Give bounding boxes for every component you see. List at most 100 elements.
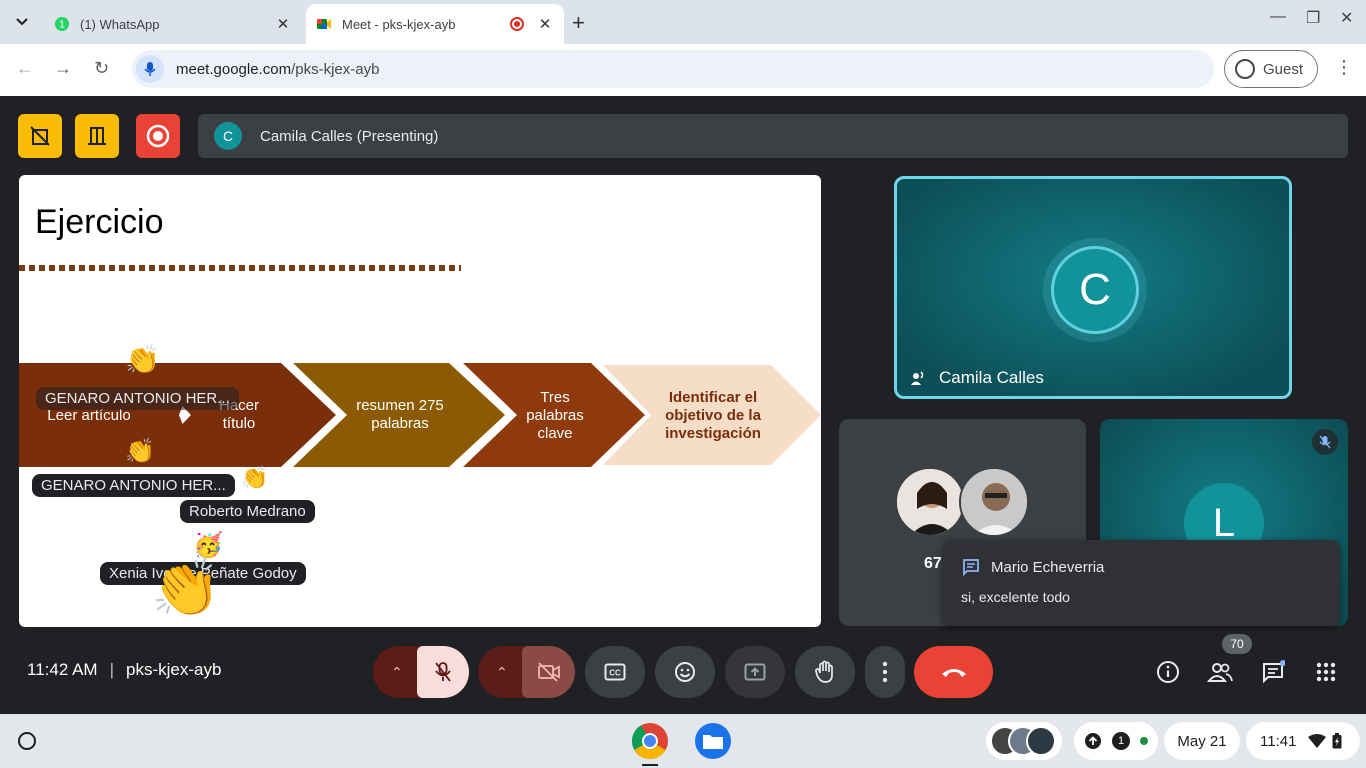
browser-toolbar: ← → ↻ meet.google.com/pks-kjex-ayb Guest… [0,44,1366,96]
profile-label: Guest [1263,60,1304,78]
camera-off-icon [537,662,560,682]
end-call-icon [941,669,966,677]
chat-notification[interactable]: Mario Echeverria si, excelente todo [943,540,1340,626]
mic-permission-icon[interactable] [136,55,164,83]
account-icon [1235,59,1255,79]
address-bar[interactable]: meet.google.com/pks-kjex-ayb [132,50,1214,88]
battery-icon [1332,733,1342,749]
presenting-icon [911,371,924,385]
participant-photo [895,467,965,537]
chat-sender-name: Mario Echeverria [991,558,1105,576]
present-button[interactable] [725,646,785,698]
os-shelf: 1 May 21 11:41 [0,714,1366,768]
notification-tray[interactable]: 1 [1074,722,1158,760]
chat-sender: Mario Echeverria [961,557,1104,577]
status-tray[interactable]: 11:41 [1246,722,1360,760]
meeting-time: 11:42 AM [27,660,98,679]
launcher-icon[interactable] [18,732,36,750]
slide-divider [19,265,461,271]
chrome-icon[interactable] [631,722,669,760]
close-tab-icon[interactable]: ✕ [536,15,554,33]
notification-count: 1 [1112,732,1130,750]
raise-hand-button[interactable] [795,646,855,698]
present-screen-icon [744,663,766,681]
apps-grid-icon [1316,662,1336,682]
tab-strip: 1 (1) WhatsApp ✕ Meet - pks-kjex-ayb ✕ +… [0,0,1366,44]
chevron-down-icon [16,18,28,26]
others-count: 67 [924,555,942,572]
forward-button[interactable]: → [54,58,72,79]
presenter-bar[interactable]: C Camila Calles (Presenting) [198,114,1348,158]
video-options-chevron-icon[interactable]: ⌃ [496,664,508,681]
breakout-rooms-button[interactable] [75,114,119,158]
profile-button[interactable]: Guest [1224,50,1318,88]
close-tab-icon[interactable]: ✕ [274,15,292,33]
meeting-code: pks-kjex-ayb [126,660,222,679]
participant-name: Camila Calles [909,368,1044,388]
new-tab-button[interactable]: + [572,10,585,36]
more-options-button[interactable] [865,646,905,698]
clap-reaction-icon: 👏 [125,438,155,465]
presentation-slide: Ejercicio Leer artículo Hacer título res… [19,175,821,627]
emoji-icon [675,662,695,682]
chat-button[interactable] [1257,656,1289,688]
files-icon[interactable] [694,722,732,760]
camera-control-group: ⌃ [478,646,575,698]
participant-count-badge: 70 [1222,634,1252,654]
captions-button[interactable]: CC [585,646,645,698]
host-controls-button[interactable] [18,114,62,158]
date-tray[interactable]: May 21 [1164,722,1240,760]
audio-options-chevron-icon[interactable]: ⌃ [391,664,403,681]
browser-menu-icon[interactable]: ⋮ [1335,57,1353,78]
active-app-indicator [642,764,658,766]
chat-icon [963,559,979,577]
meeting-details-button[interactable] [1152,656,1184,688]
mic-toggle-button[interactable] [417,646,469,698]
separator: | [109,660,114,679]
participant-tile-main[interactable]: C Camila Calles [894,176,1292,399]
meet-icon [317,19,331,29]
back-button[interactable]: ← [16,58,34,79]
chat-message: si, excelente todo [961,589,1070,605]
leave-call-button[interactable] [914,646,993,698]
participant-photo [959,467,1029,537]
camera-toggle-button[interactable] [522,646,575,698]
restore-icon[interactable]: ❐ [1306,8,1320,28]
mic-off-icon [1312,429,1338,455]
reload-button[interactable]: ↻ [94,58,109,79]
slide-title: Ejercicio [35,203,164,241]
clock: 11:41 [1260,732,1297,750]
activities-button[interactable] [1310,656,1342,688]
step-label-5: Identificar el objetivo de la investigac… [665,389,761,442]
tab-whatsapp[interactable]: 1 (1) WhatsApp ✕ [44,4,302,44]
clap-reaction-icon: 👏 [125,344,160,375]
meet-window: C Camila Calles (Presenting) Ejercicio L… [0,96,1366,714]
closed-captions-icon: CC [604,663,626,681]
url-text: meet.google.com/pks-kjex-ayb [176,61,379,78]
thumbnail [1026,726,1056,756]
emoji-reactions-button[interactable] [655,646,715,698]
step-label-4: Tres palabras clave [526,389,584,442]
recording-indicator-icon [510,17,524,31]
record-icon [146,124,170,148]
mic-control-group: ⌃ [373,646,469,698]
tab-search-button[interactable] [8,8,36,36]
mic-off-icon [435,662,451,682]
url-path: /pks-kjex-ayb [291,60,380,78]
hand-icon [815,660,833,683]
presenter-avatar: C [214,122,242,150]
recording-button[interactable] [136,114,180,158]
reaction-name-chip: GENARO ANTONIO HER... [32,474,235,497]
tab-meet[interactable]: Meet - pks-kjex-ayb ✕ [306,4,564,44]
close-window-icon[interactable]: ✕ [1340,8,1353,28]
participant-avatar: C [1051,246,1139,334]
clap-reaction-icon: 👏 [151,556,221,619]
more-vert-icon [882,661,888,683]
minimize-icon[interactable]: — [1270,8,1286,26]
holding-space-tray[interactable] [986,722,1062,760]
whatsapp-icon: 1 [55,17,69,31]
wifi-icon [1308,734,1327,748]
building-off-icon [30,126,50,146]
people-button[interactable] [1204,656,1236,688]
tab-title: Meet - pks-kjex-ayb [342,16,456,32]
